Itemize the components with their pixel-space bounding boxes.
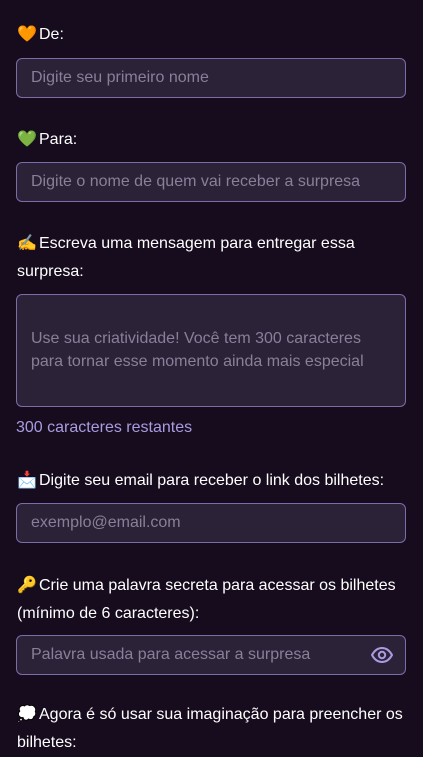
eye-icon[interactable] <box>371 645 393 665</box>
password-label: 🔑 Crie uma palavra secreta para acessar o… <box>17 572 409 628</box>
password-input[interactable]: Palavra usada para acessar a surpresa <box>16 635 406 675</box>
email-input[interactable]: exemplo@email.com <box>16 503 406 543</box>
from-label-text: De: <box>39 26 64 43</box>
notes-label-text: Agora é só usar sua imaginação para pree… <box>17 706 403 751</box>
from-label: 🧡 De: <box>17 21 409 49</box>
to-name-placeholder: Digite o nome de quem vai receber a surp… <box>31 173 361 190</box>
email-label: 📩 Digite seu email para receber o link do… <box>17 467 409 495</box>
message-placeholder: Use sua criatividade! Você tem 300 carac… <box>31 330 364 370</box>
from-name-placeholder: Digite seu primeiro nome <box>31 69 209 86</box>
green-heart-icon: 💚 <box>17 131 37 148</box>
speech-bubble-icon: 💭 <box>17 706 37 723</box>
orange-heart-icon: 🧡 <box>17 26 37 43</box>
message-label-text: Escreva uma mensagem para entregar essa … <box>17 235 355 280</box>
envelope-icon: 📩 <box>17 472 37 489</box>
key-icon: 🔑 <box>17 577 37 594</box>
to-label: 💚 Para: <box>17 126 409 154</box>
notes-label: 💭 Agora é só usar sua imaginação para pre… <box>17 701 409 757</box>
to-name-input[interactable]: Digite o nome de quem vai receber a surp… <box>16 162 406 202</box>
to-label-text: Para: <box>39 131 78 148</box>
message-textarea[interactable]: Use sua criatividade! Você tem 300 carac… <box>16 294 406 407</box>
email-label-text: Digite seu email para receber o link dos… <box>39 472 385 489</box>
from-name-input[interactable]: Digite seu primeiro nome <box>16 58 406 98</box>
writing-hand-icon: ✍️ <box>17 235 37 252</box>
password-placeholder: Palavra usada para acessar a surpresa <box>31 646 311 663</box>
message-label: ✍️ Escreva uma mensagem para entregar ess… <box>17 230 409 286</box>
password-label-text: Crie uma palavra secreta para acessar os… <box>17 577 396 622</box>
character-counter: 300 caracteres restantes <box>16 419 193 436</box>
email-placeholder: exemplo@email.com <box>31 514 181 531</box>
